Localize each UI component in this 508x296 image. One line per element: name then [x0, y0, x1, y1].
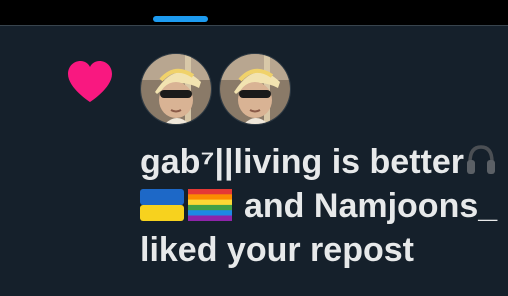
notification-line-1: gab⁷||living is better — [140, 140, 508, 184]
heart-icon — [68, 61, 112, 102]
top-bar — [0, 0, 508, 25]
notification-line-2: and Namjoons_ — [140, 184, 508, 228]
rainbow-flag-icon — [188, 189, 232, 221]
avatar[interactable] — [219, 53, 291, 125]
liker-name[interactable]: gab⁷||living is better — [140, 143, 464, 181]
other-likers[interactable]: and Namjoons_ — [244, 187, 497, 225]
notification-line-3: liked your repost — [140, 231, 414, 269]
notification-text: gab⁷||living is better and Namjoons_ lik… — [140, 140, 508, 272]
active-tab-indicator — [153, 16, 208, 22]
divider — [0, 25, 508, 26]
headphones-icon — [467, 145, 495, 174]
avatar[interactable] — [140, 53, 212, 125]
ukraine-flag-icon — [140, 189, 184, 221]
